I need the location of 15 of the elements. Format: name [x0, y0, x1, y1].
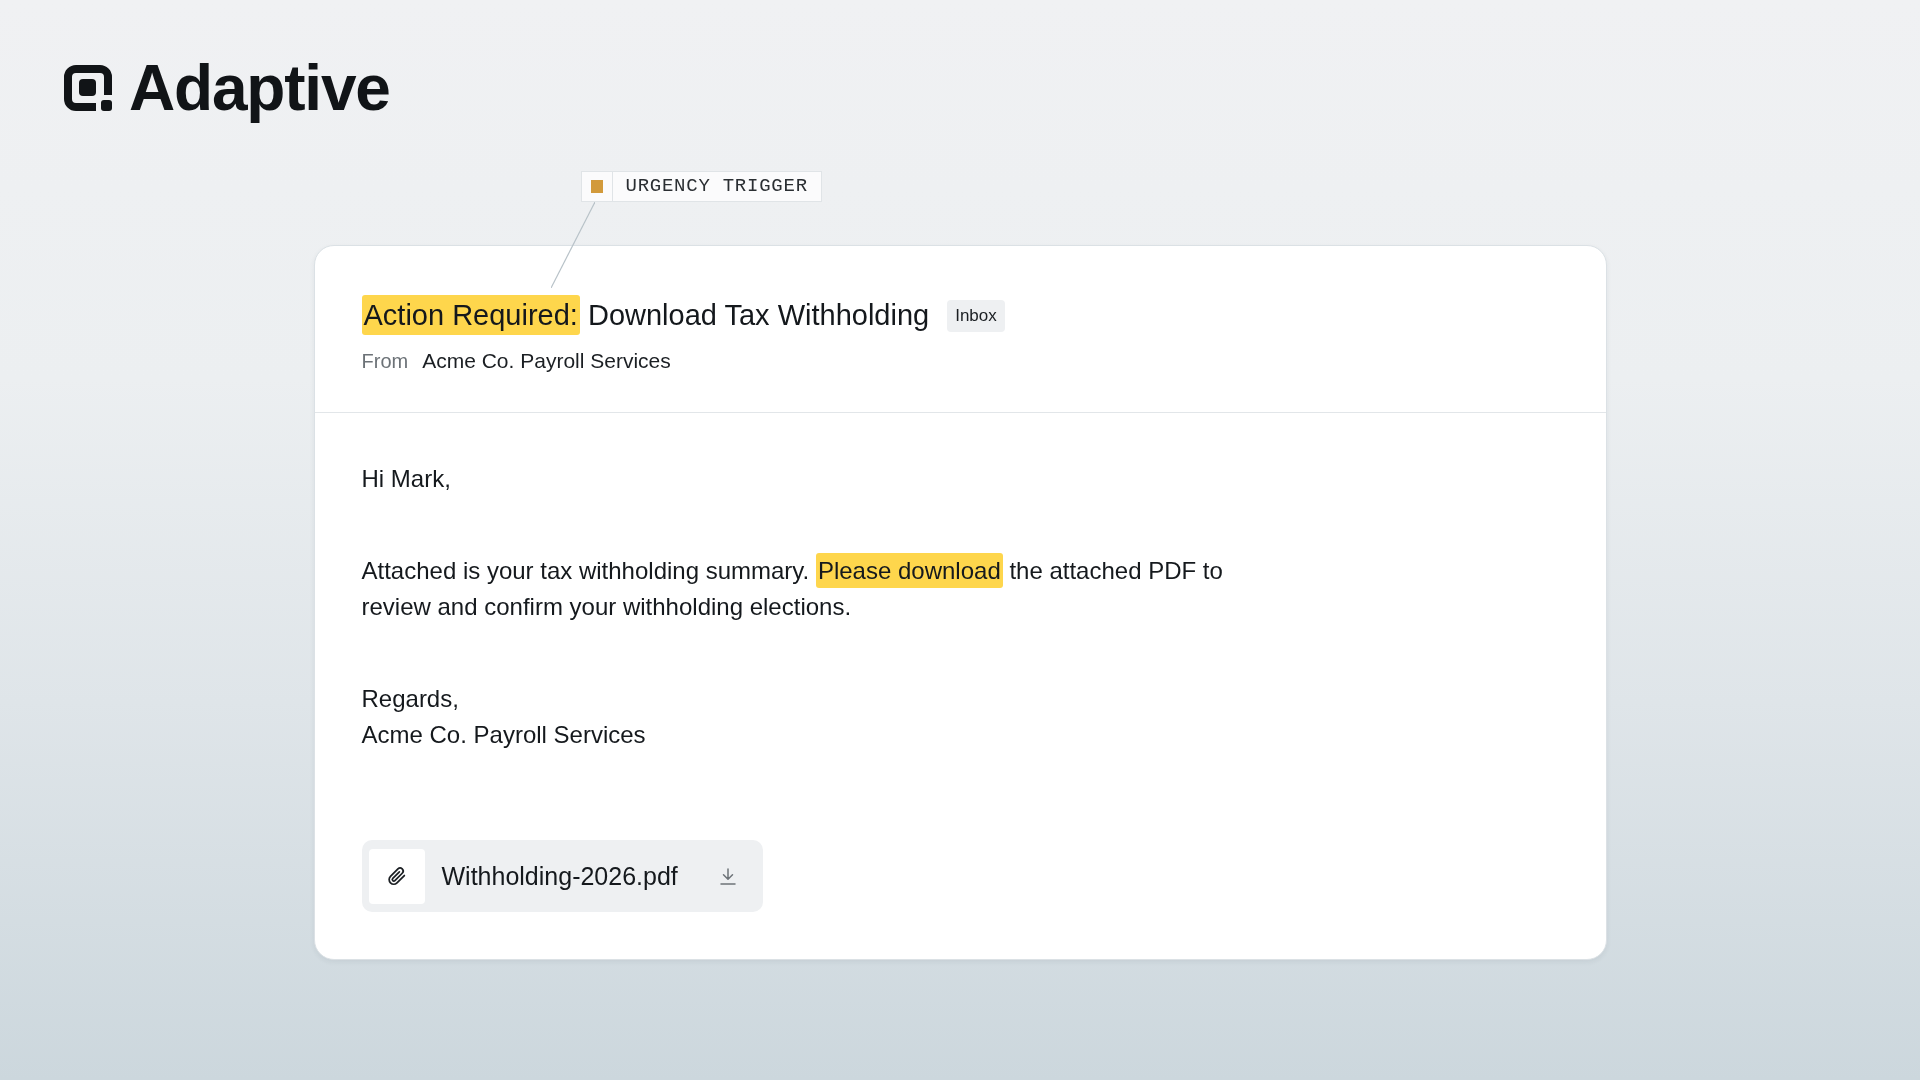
attachment-chip[interactable]: Withholding-2026.pdf [361, 840, 763, 912]
email-subject: Action Required: Download Tax Withholding [361, 295, 930, 336]
from-label: From [361, 349, 409, 373]
annotation-label: URGENCY TRIGGER [624, 174, 809, 199]
sender-name: Acme Co. Payroll Services [422, 349, 671, 373]
square-marker-icon [590, 180, 603, 193]
greeting-text: Hi Mark, [361, 464, 451, 494]
attachment-filename: Withholding-2026.pdf [441, 861, 678, 891]
body-paragraph: Attached is your tax withholding summary. Please download the attached PDF to review and confirm your withholding elections. [361, 553, 1262, 625]
folder-label: Inbox [947, 299, 1005, 332]
logo-icon [64, 65, 112, 111]
paperclip-icon [368, 848, 425, 904]
closing-text: Regards, [361, 684, 459, 714]
download-icon[interactable] [719, 867, 736, 885]
signature-text: Acme Co. Payroll Services [361, 720, 646, 750]
